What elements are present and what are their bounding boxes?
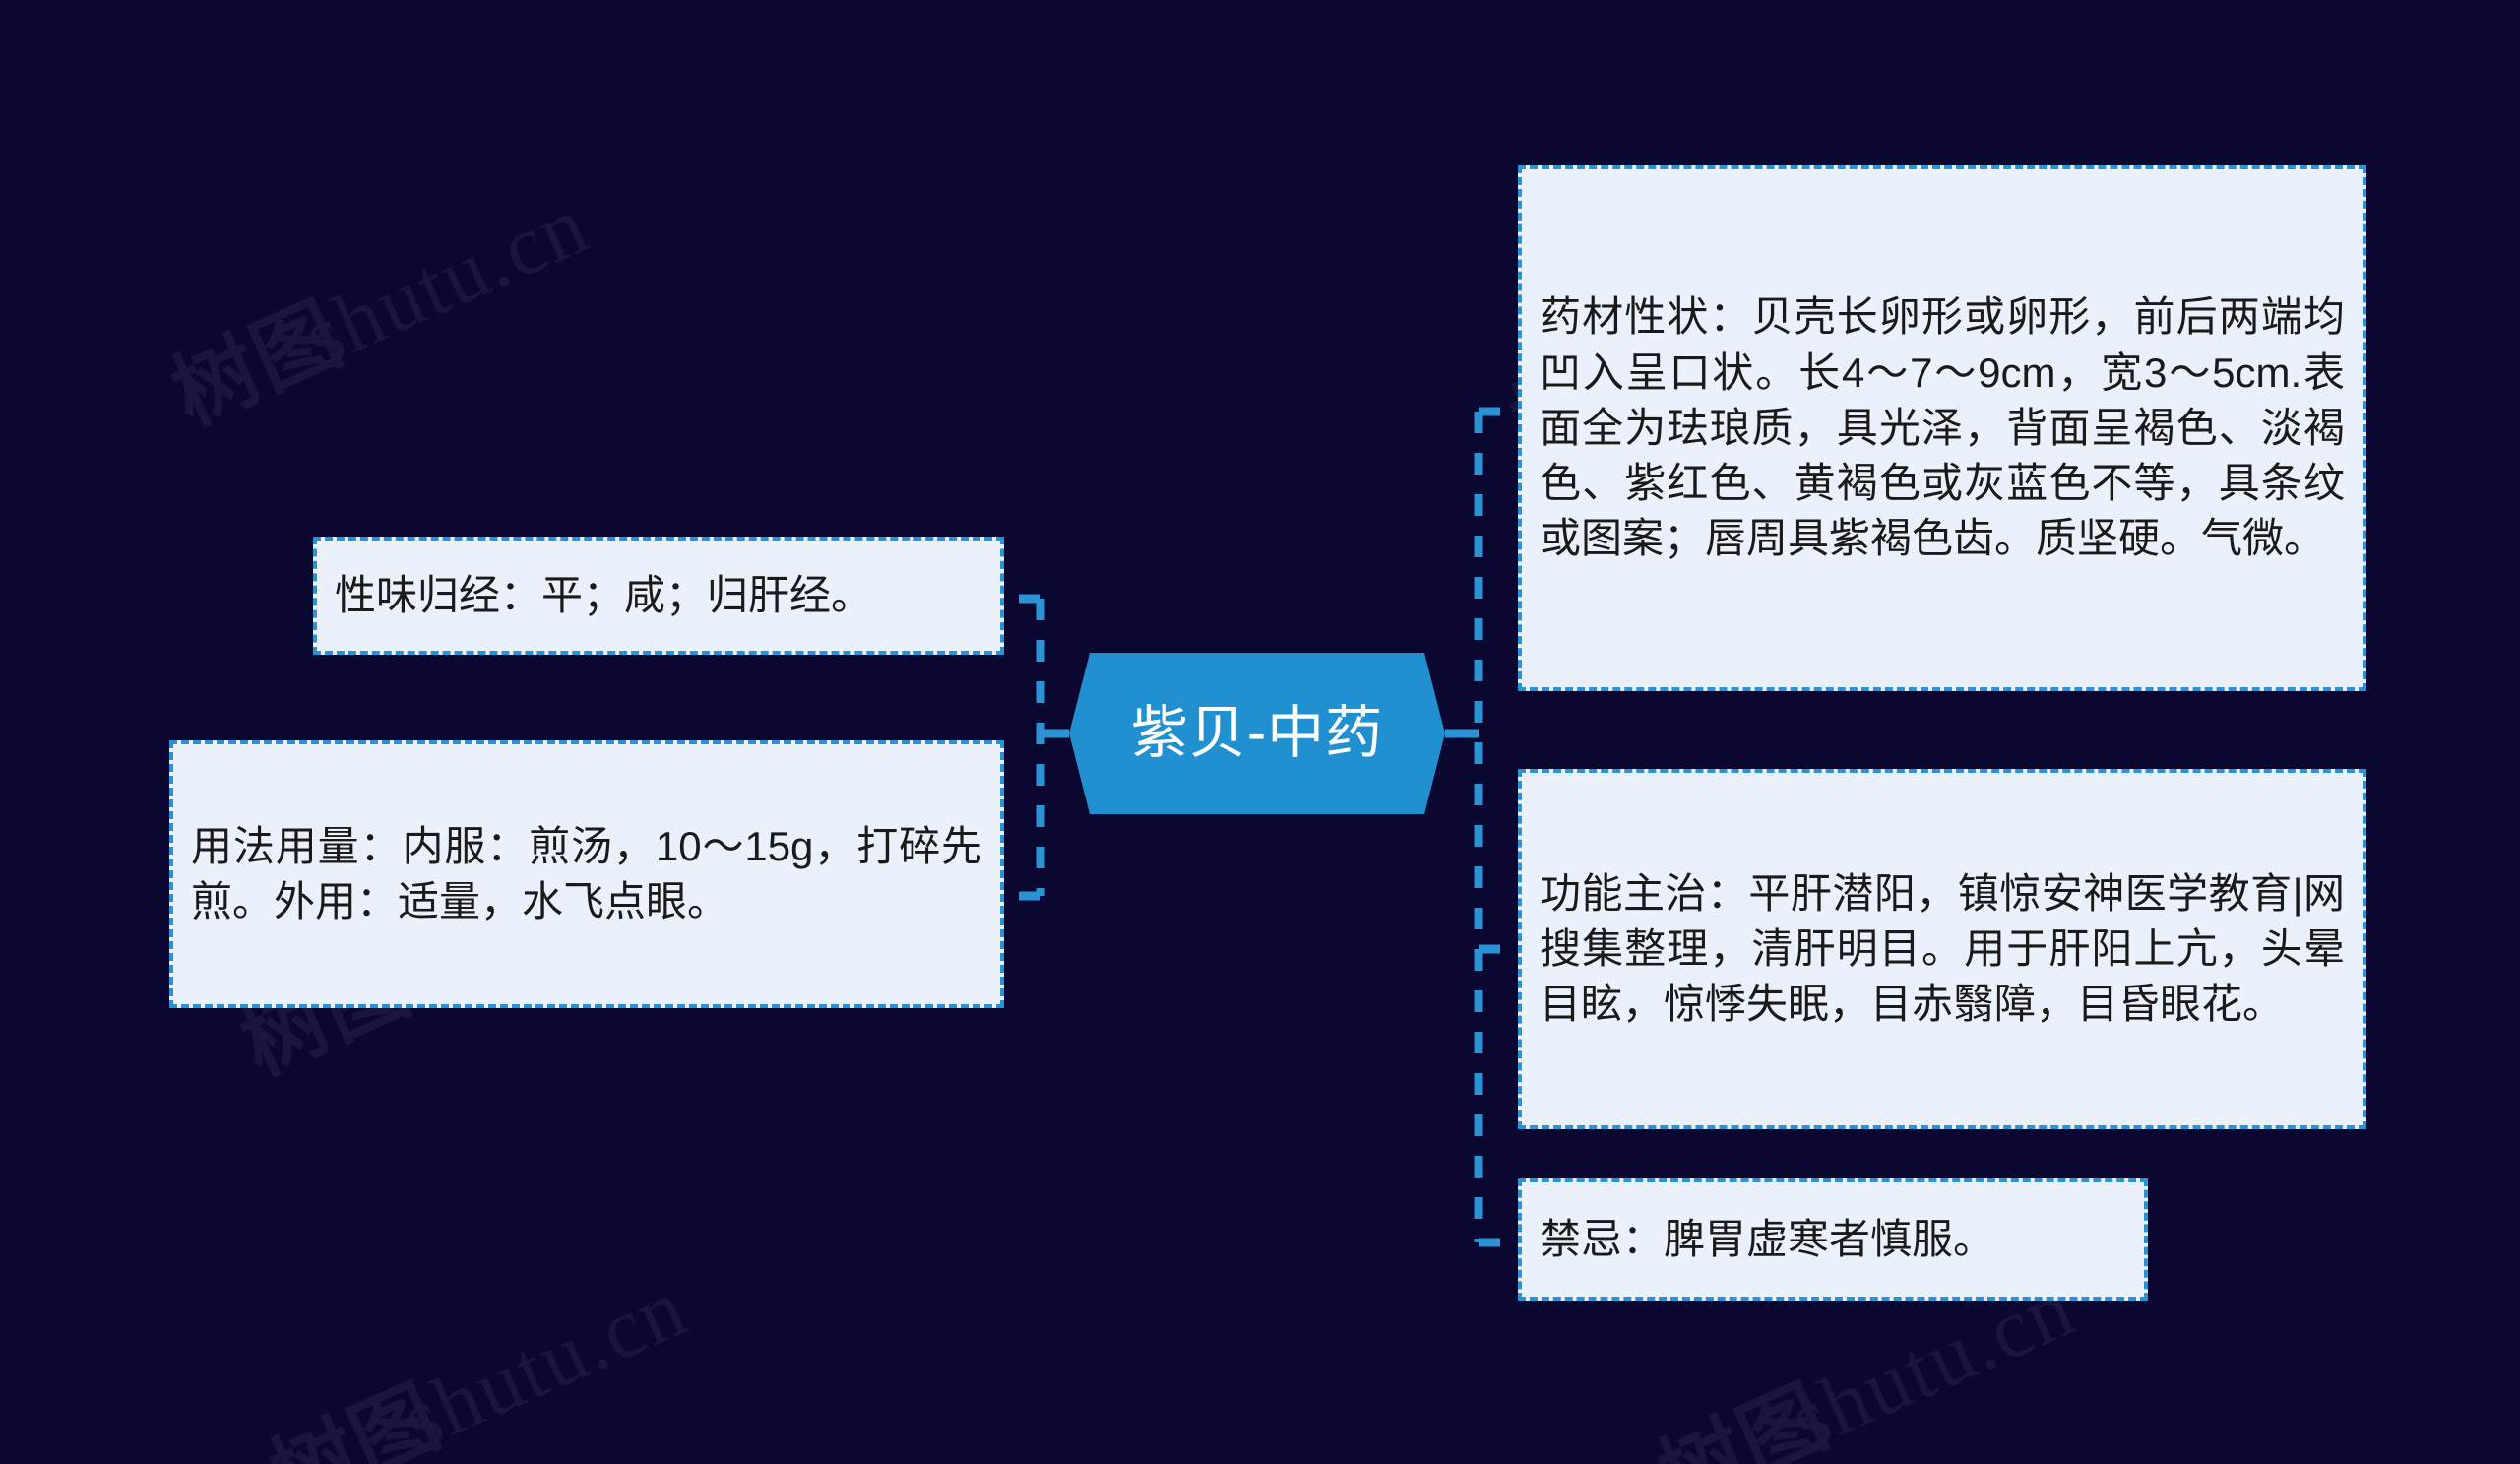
node-yongfa-yongliang-label: 用法用量：内服：煎汤，10～15g，打碎先煎。外用：适量，水飞点眼。 xyxy=(191,822,982,924)
node-yaocai-xingzhuang[interactable]: 药材性状：贝壳长卵形或卵形，前后两端均凹入呈口状。长4～7～9cm，宽3～5cm… xyxy=(1518,165,2366,691)
watermark-latin: shutu.cn xyxy=(288,176,602,385)
watermark-cjk: 树图 xyxy=(158,286,356,443)
node-xingwei-guijing[interactable]: 性味归经：平；咸；归肝经。 xyxy=(313,537,1004,655)
watermark-cjk: 树图 xyxy=(1645,1369,1843,1464)
node-xingwei-guijing-label: 性味归经：平；咸；归肝经。 xyxy=(335,571,873,618)
node-gongneng-zhuzhi-label: 功能主治：平肝潜阳，镇惊安神医学教育|网搜集整理，清肝明目。用于肝阳上亢，头晕目… xyxy=(1540,869,2345,1028)
root-node-shape: 紫贝-中药 xyxy=(1069,653,1445,814)
node-jinji-label: 禁忌：脾胃虚寒者慎服。 xyxy=(1540,1215,1995,1262)
node-jinji[interactable]: 禁忌：脾胃虚寒者慎服。 xyxy=(1518,1178,2148,1301)
node-yongfa-yongliang[interactable]: 用法用量：内服：煎汤，10～15g，打碎先煎。外用：适量，水飞点眼。 xyxy=(169,740,1004,1008)
watermark-cjk: 树图 xyxy=(257,1369,455,1464)
mindmap-canvas: 树图 shutu.cn 树图 shutu.cn 树图 shutu.cn 树图 s… xyxy=(0,0,2520,1464)
node-yaocai-xingzhuang-label: 药材性状：贝壳长卵形或卵形，前后两端均凹入呈口状。长4～7～9cm，宽3～5cm… xyxy=(1540,293,2345,562)
node-gongneng-zhuzhi[interactable]: 功能主治：平肝潜阳，镇惊安神医学教育|网搜集整理，清肝明目。用于肝阳上亢，头晕目… xyxy=(1518,769,2366,1129)
watermark-latin: shutu.cn xyxy=(387,1259,701,1464)
root-node-label: 紫贝-中药 xyxy=(1130,701,1384,765)
root-node[interactable]: 紫贝-中药 xyxy=(1069,653,1445,814)
